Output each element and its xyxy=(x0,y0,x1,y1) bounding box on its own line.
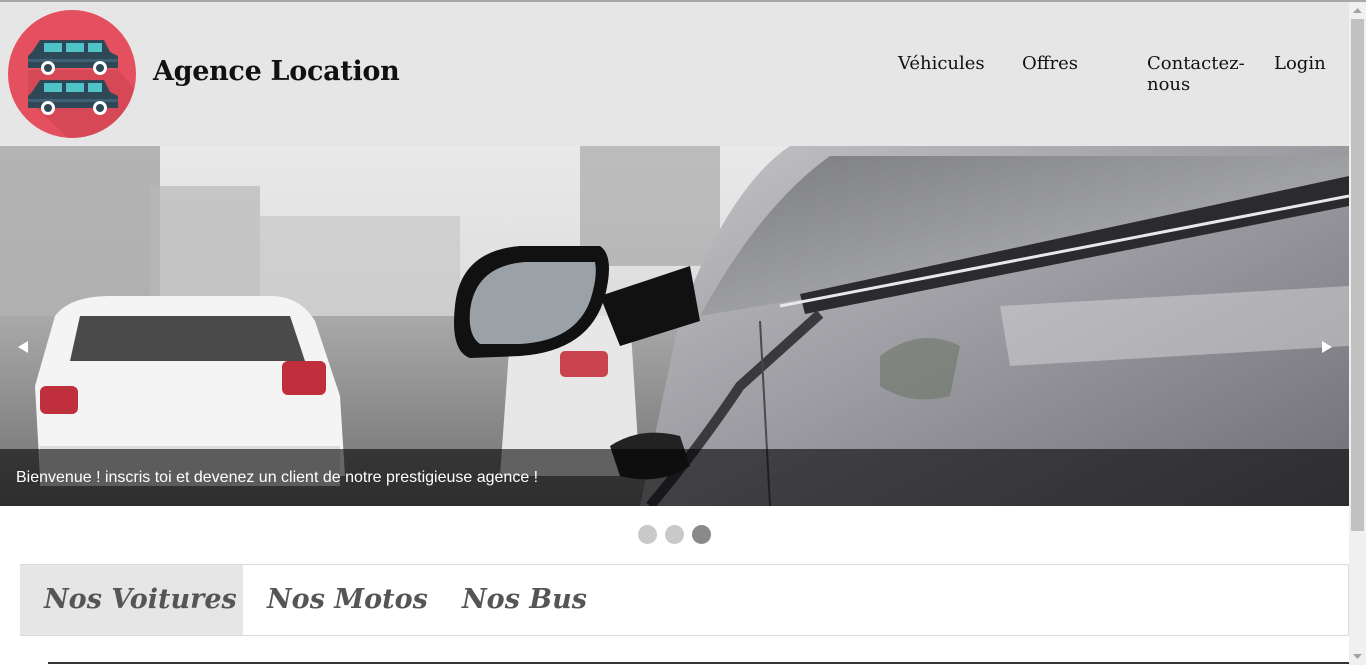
vehicle-tabs: Nos Voitures Nos Motos Nos Bus xyxy=(20,564,1349,636)
carousel-caption: Bienvenue ! inscris toi et devenez un cl… xyxy=(16,469,539,486)
scroll-thumb[interactable] xyxy=(1351,19,1364,531)
carousel-prev-button[interactable] xyxy=(12,335,36,359)
tab-bus[interactable]: Nos Bus xyxy=(462,565,587,635)
tab-voitures[interactable]: Nos Voitures xyxy=(20,565,243,635)
car-rental-logo-icon[interactable] xyxy=(8,10,136,138)
carousel-dot-2[interactable] xyxy=(665,525,684,544)
arrow-left-icon xyxy=(18,341,28,353)
nav-link-vehicules[interactable]: Véhicules xyxy=(898,53,985,74)
nav-link-offres[interactable]: Offres xyxy=(1022,53,1078,74)
page-scrollbar[interactable] xyxy=(1349,2,1366,665)
arrow-right-icon xyxy=(1322,341,1332,353)
scroll-up-button[interactable] xyxy=(1349,2,1366,19)
carousel-next-button[interactable] xyxy=(1314,335,1338,359)
tab-motos[interactable]: Nos Motos xyxy=(267,565,428,635)
carousel-caption-bar: Bienvenue ! inscris toi et devenez un cl… xyxy=(0,449,1349,506)
chevron-down-icon xyxy=(1353,654,1362,659)
carousel-dot-1[interactable] xyxy=(638,525,657,544)
chevron-up-icon xyxy=(1353,8,1362,13)
hero-carousel: Bienvenue ! inscris toi et devenez un cl… xyxy=(0,146,1349,506)
carousel-dot-3-active[interactable] xyxy=(692,525,711,544)
content-divider xyxy=(48,662,1349,664)
scroll-down-button[interactable] xyxy=(1349,648,1366,665)
site-header: Agence Location Véhicules Offres Contact… xyxy=(0,2,1349,146)
nav-link-login[interactable]: Login xyxy=(1274,53,1326,74)
nav-link-contact[interactable]: Contactez-nous xyxy=(1147,53,1247,95)
brand-title: Agence Location xyxy=(153,56,400,87)
